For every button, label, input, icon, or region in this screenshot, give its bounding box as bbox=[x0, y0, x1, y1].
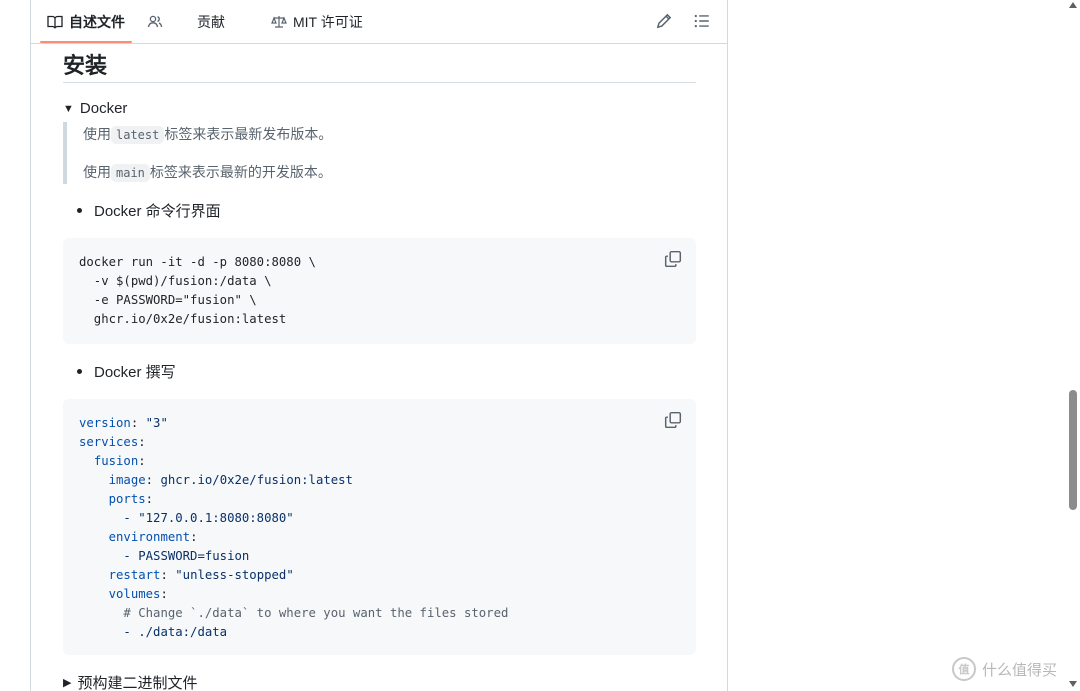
tab-readme-label: 自述文件 bbox=[69, 13, 125, 30]
docker-cli-code[interactable]: docker run -it -d -p 8080:8080 \ -v $(pw… bbox=[79, 253, 316, 329]
docker-details-summary[interactable]: ▼ Docker bbox=[63, 100, 127, 117]
scroll-down-arrow-icon[interactable] bbox=[1069, 681, 1077, 687]
docker-blockquote: 使用 latest 标签来表示最新发布版本。 使用 main 标签来表示最新的开发版本。 bbox=[63, 122, 667, 184]
bullet-dot bbox=[77, 208, 82, 213]
people-icon bbox=[147, 15, 163, 27]
docker-summary-label: Docker bbox=[79, 100, 128, 117]
prebuilt-details-summary[interactable]: ▶ 预构建二进制文件 bbox=[63, 672, 197, 691]
watermark-text: 什么值得买 bbox=[982, 661, 1058, 679]
watermark-logo-icon: 值 bbox=[952, 657, 976, 681]
copy-icon[interactable] bbox=[664, 250, 682, 268]
law-scale-icon bbox=[271, 15, 287, 28]
quote-line-main: 使用 main 标签来表示最新的开发版本。 bbox=[83, 164, 332, 182]
docker-compose-code[interactable]: version: "3" services: fusion: image: gh… bbox=[79, 414, 508, 642]
expanded-triangle-icon: ▼ bbox=[63, 102, 74, 115]
readme-tab-bar: 自述文件 贡献 MIT 许可证 bbox=[31, 0, 727, 44]
book-icon bbox=[47, 15, 63, 29]
tab-contributors[interactable] bbox=[147, 0, 163, 43]
site-watermark: 值 什么值得买 bbox=[952, 657, 1057, 681]
list-icon[interactable] bbox=[693, 12, 711, 30]
list-item-docker-compose: Docker 撰写 bbox=[77, 361, 176, 382]
docker-cli-code-block[interactable]: docker run -it -d -p 8080:8080 \ -v $(pw… bbox=[63, 238, 696, 344]
inline-code-latest: latest bbox=[111, 126, 165, 144]
scroll-up-arrow-icon[interactable] bbox=[1069, 2, 1077, 8]
prebuilt-summary-label: 预构建二进制文件 bbox=[77, 675, 198, 691]
copy-icon[interactable] bbox=[664, 411, 682, 429]
tab-contributions-label: 贡献 bbox=[197, 13, 225, 30]
quote-line-latest: 使用 latest 标签来表示最新发布版本。 bbox=[83, 126, 333, 144]
tab-readme[interactable]: 自述文件 bbox=[47, 0, 125, 43]
title-divider bbox=[63, 82, 696, 83]
tab-license-label: MIT 许可证 bbox=[293, 13, 363, 30]
page-scrollbar[interactable] bbox=[1066, 0, 1080, 691]
tab-contributions[interactable]: 贡献 bbox=[197, 0, 225, 43]
list-item-docker-cli: Docker 命令行界面 bbox=[77, 200, 221, 221]
docker-compose-label: Docker 撰写 bbox=[94, 364, 176, 381]
docker-cli-label: Docker 命令行界面 bbox=[94, 203, 221, 220]
docker-compose-code-block[interactable]: version: "3" services: fusion: image: gh… bbox=[63, 399, 696, 655]
section-title: 安装 bbox=[63, 53, 108, 78]
bullet-dot bbox=[77, 369, 82, 374]
collapsed-triangle-icon: ▶ bbox=[63, 677, 72, 689]
tab-license[interactable]: MIT 许可证 bbox=[271, 0, 363, 43]
inline-code-main: main bbox=[111, 164, 150, 182]
page-gutter bbox=[0, 0, 30, 691]
readme-panel: 自述文件 贡献 MIT 许可证 安装 ▼ Docker 使用 latest 标签来表… bbox=[30, 0, 728, 691]
pencil-icon[interactable] bbox=[655, 12, 673, 30]
active-tab-indicator bbox=[40, 41, 132, 43]
scrollbar-thumb[interactable] bbox=[1069, 390, 1077, 510]
